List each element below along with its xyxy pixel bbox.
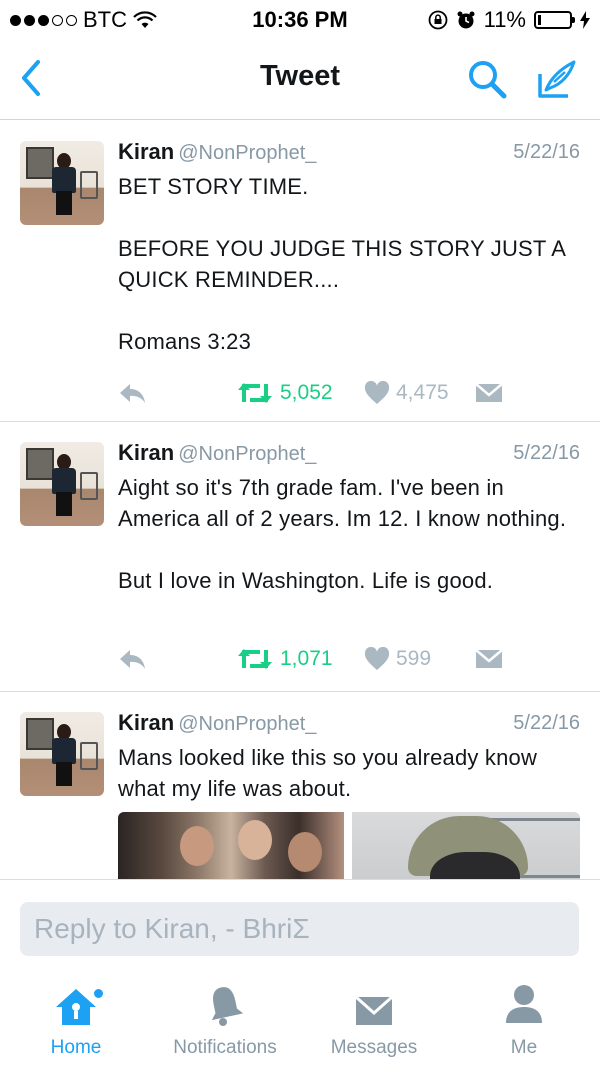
tab-me[interactable]: Me — [490, 975, 558, 1067]
chevron-left-icon — [22, 60, 40, 96]
charging-bolt-icon — [580, 11, 590, 29]
tweet-text: Mans looked like this so you already kno… — [118, 745, 544, 801]
tab-home[interactable]: Home — [34, 975, 118, 1067]
tweet-media[interactable] — [118, 812, 580, 879]
envelope-icon — [354, 975, 394, 1027]
tweet-date: 5/22/16 — [513, 141, 580, 163]
reply-button[interactable] — [118, 375, 148, 411]
tab-messages[interactable]: Messages — [318, 975, 430, 1067]
tweet-author-handle[interactable]: @NonProphet_ — [178, 142, 316, 164]
retweet-count: 1,071 — [280, 647, 333, 670]
search-button[interactable] — [466, 58, 508, 100]
reply-icon — [120, 650, 145, 669]
tweet-header: Kiran @NonProphet_ 5/22/16 — [118, 440, 580, 470]
tweet-text: BET STORY TIME. BEFORE YOU JUDGE THIS ST… — [118, 174, 565, 354]
reply-icon — [120, 384, 145, 403]
direct-message-button[interactable] — [474, 375, 504, 411]
tweet-header: Kiran @NonProphet_ 5/22/16 — [118, 710, 580, 740]
orientation-lock-icon — [428, 10, 447, 30]
tweet-date: 5/22/16 — [513, 712, 580, 734]
status-bar: BTC 10:36 PM 11% — [0, 0, 600, 40]
retweet-icon — [238, 649, 272, 669]
tweet-feed[interactable]: Kiran @NonProphet_ 5/22/16 BET STORY TIME… — [0, 121, 600, 879]
tweet-date: 5/22/16 — [513, 442, 580, 464]
tweet-item[interactable]: Kiran @NonProphet_ 5/22/16 Aight so it's … — [0, 422, 600, 692]
tweet-author-name[interactable]: Kiran — [118, 440, 174, 465]
heart-icon — [364, 647, 390, 670]
tweet-header: Kiran @NonProphet_ 5/22/16 — [118, 139, 580, 169]
tweet-actions: 1,071 599 — [118, 641, 580, 677]
avatar[interactable] — [20, 712, 104, 796]
bell-icon — [206, 975, 244, 1027]
compose-icon — [538, 60, 576, 98]
tweet-photo[interactable] — [352, 812, 580, 879]
tweet-author-name[interactable]: Kiran — [118, 710, 174, 735]
home-icon — [53, 975, 99, 1027]
back-button[interactable] — [16, 58, 46, 98]
navigation-bar: Tweet — [0, 40, 600, 120]
reply-bar: Reply to Kiran, - BhriΣ — [0, 879, 600, 965]
retweet-button[interactable]: 5,052 — [236, 375, 333, 411]
like-button[interactable]: 4,475 — [364, 375, 449, 411]
tweet-author-handle[interactable]: @NonProphet_ — [178, 443, 316, 465]
tweet-item[interactable]: Kiran @NonProphet_ 5/22/16 BET STORY TIME… — [0, 121, 600, 422]
compose-button[interactable] — [534, 56, 580, 102]
page-title: Tweet — [259, 60, 341, 92]
tweet-author-handle[interactable]: @NonProphet_ — [178, 713, 316, 735]
alarm-icon — [457, 11, 475, 29]
tweet-actions: 5,052 4,475 — [118, 375, 580, 411]
reply-input[interactable]: Reply to Kiran, - BhriΣ — [20, 902, 579, 956]
like-count: 599 — [396, 647, 432, 670]
battery-percent: 11% — [483, 7, 526, 32]
tab-label: Me — [510, 1037, 538, 1058]
like-count: 4,475 — [396, 381, 449, 404]
avatar[interactable] — [20, 141, 104, 225]
tab-label: Notifications — [173, 1037, 277, 1058]
like-button[interactable]: 599 — [364, 641, 431, 677]
unread-dot — [94, 989, 103, 998]
retweet-button[interactable]: 1,071 — [236, 641, 333, 677]
envelope-icon — [475, 383, 503, 402]
tab-notifications[interactable]: Notifications — [156, 975, 294, 1067]
tab-bar: Home Notifications Messages Me — [0, 975, 600, 1067]
envelope-icon — [475, 649, 503, 668]
retweet-count: 5,052 — [280, 381, 333, 404]
person-icon — [504, 975, 544, 1027]
tweet-item[interactable]: Kiran @NonProphet_ 5/22/16 Mans looked li… — [0, 692, 600, 879]
tweet-author-name[interactable]: Kiran — [118, 139, 174, 164]
avatar[interactable] — [20, 442, 104, 526]
reply-button[interactable] — [118, 641, 148, 677]
heart-icon — [364, 381, 390, 404]
retweet-icon — [238, 383, 272, 403]
tweet-photo[interactable] — [118, 812, 344, 879]
tab-label: Home — [50, 1037, 102, 1058]
status-right: 11% — [428, 7, 590, 33]
tweet-text: Aight so it's 7th grade fam. I've been i… — [118, 475, 567, 593]
battery-icon — [534, 11, 575, 29]
search-icon — [469, 61, 507, 99]
direct-message-button[interactable] — [474, 641, 504, 677]
tab-label: Messages — [330, 1037, 418, 1058]
